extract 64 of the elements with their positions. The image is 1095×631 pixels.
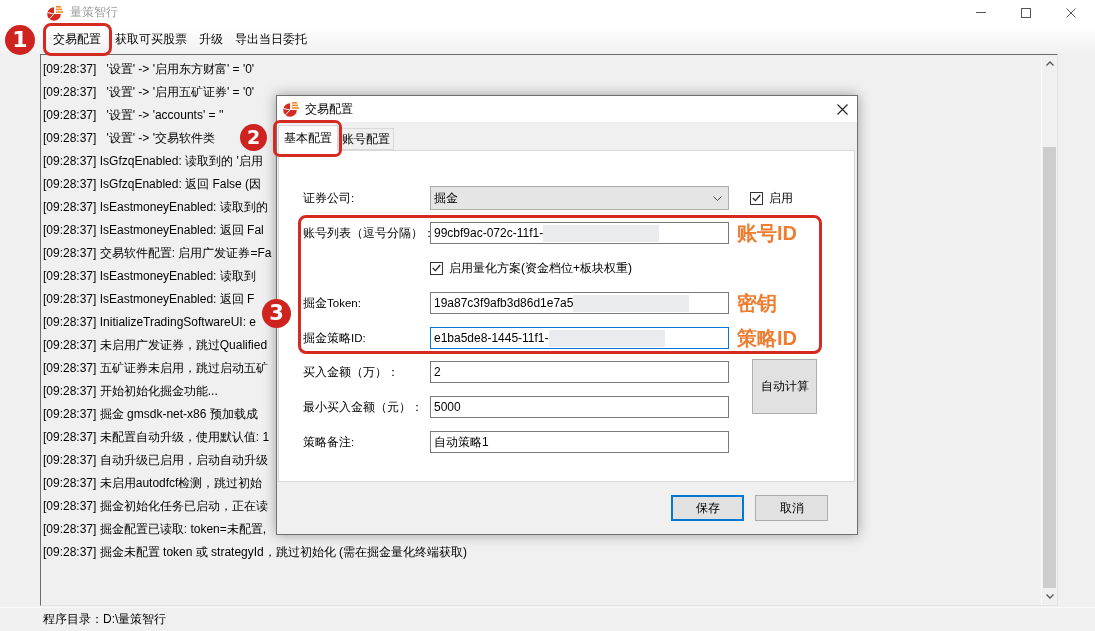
chevron-down-icon [713, 195, 722, 201]
log-line: [09:28:37] 自动升级已启用，启动自动升级 [43, 452, 268, 469]
annotation-label: 密钥 [737, 292, 778, 314]
annotation-label: 账号ID [737, 222, 797, 244]
field-label: 最小买入金额（元）： [303, 399, 424, 415]
log-line: [09:28:37] 未配置自动升级，使用默认值: 1 [43, 429, 270, 446]
input-field[interactable]: e1ba5de8-1445-11f1- [430, 327, 729, 349]
input-field[interactable]: 5000 [430, 396, 729, 418]
input-field[interactable]: 2 [430, 361, 729, 383]
log-line: [09:28:37] 掘金初始化任务已启动，正在读 [43, 498, 268, 515]
log-line: [09:28:37] 五矿证券未启用，跳过启动五矿 [43, 360, 268, 377]
input-field[interactable]: 自动策略1 [430, 431, 729, 453]
maximize-icon [1020, 7, 1031, 18]
close-icon [836, 103, 848, 115]
field-label: 掘金Token: [303, 295, 362, 311]
field-label: 证券公司: [303, 190, 356, 206]
log-line: [09:28:37] 开始初始化掘金功能... [43, 383, 218, 400]
menu-item[interactable]: 升级 [193, 25, 229, 53]
field-label: 账号列表（逗号分隔）： [303, 225, 430, 241]
dropdown[interactable]: 掘金 [430, 186, 729, 210]
log-line: [09:28:37] '设置' -> '交易软件类 [43, 130, 215, 147]
log-line: [09:28:37] 未启用广发证券，跳过Qualified [43, 337, 268, 354]
log-line: [09:28:37] 掘金未配置 token 或 strategyId，跳过初始化 (需在掘金量化终端获取) [43, 544, 468, 561]
input-field[interactable]: 19a87c3f9afb3d86d1e7a5 [430, 292, 729, 314]
annotation-label: 策略ID [737, 327, 797, 349]
chevron-down-icon[interactable] [1045, 594, 1054, 599]
checkbox[interactable]: 启用 [750, 189, 793, 207]
window-title: 量策智行 [70, 4, 118, 21]
log-line: [09:28:37] IsGfzqEnabled: 返回 False (因 [43, 176, 262, 193]
log-line: [09:28:37] IsEastmoneyEnabled: 返回 Fal [43, 222, 264, 239]
log-line: [09:28:37] 交易软件配置: 启用广发证券=Fa [43, 245, 272, 262]
dialog-title: 交易配置 [305, 100, 353, 118]
logo-icon [47, 4, 63, 21]
minimize-icon [975, 12, 986, 13]
input-field[interactable]: 99cbf9ac-072c-11f1- [430, 222, 729, 244]
dialog-button[interactable]: 取消 [755, 495, 828, 521]
log-line: [09:28:37] 掘金配置已读取: token=未配置, [43, 521, 267, 538]
log-line: [09:28:37] 未启用autodfcf检测，跳过初始 [43, 475, 263, 492]
tab[interactable]: 账号配置 [338, 128, 394, 150]
scrollbar-thumb[interactable] [1043, 147, 1056, 588]
log-line: [09:28:37] InitializeTradingSoftwareUI: e [43, 314, 256, 331]
log-line: [09:28:37] '设置' -> '启用东方财富' = '0' [43, 61, 255, 78]
log-line: [09:28:37] '设置' -> '启用五矿证券' = '0' [43, 84, 255, 101]
field-label: 策略备注: [303, 434, 356, 450]
status-text: 程序目录：D:\量策智行 [43, 611, 167, 628]
menu-item[interactable]: 导出当日委托 [229, 25, 313, 53]
step-badge: 1 [5, 25, 35, 55]
log-line: [09:28:37] IsEastmoneyEnabled: 读取到 [43, 268, 256, 285]
close-icon [1065, 7, 1076, 18]
field-label: 买入金额（万）： [303, 364, 400, 380]
field-label: 掘金策略ID: [303, 330, 367, 346]
log-line: [09:28:37] IsEastmoneyEnabled: 返回 F [43, 291, 255, 308]
log-line: [09:28:37] '设置' -> 'accounts' = '' [43, 107, 224, 124]
logo-icon [283, 101, 299, 117]
checkbox[interactable]: 启用量化方案(资金档位+板块权重) [430, 259, 632, 277]
log-line: [09:28:37] IsEastmoneyEnabled: 读取到的 [43, 199, 268, 216]
tab[interactable]: 基本配置 [278, 125, 338, 151]
log-line: [09:28:37] IsGfzqEnabled: 读取到的 '启用 [43, 153, 263, 170]
dialog-button[interactable]: 保存 [671, 495, 744, 521]
chevron-up-icon[interactable] [1045, 61, 1054, 66]
menu-item[interactable]: 获取可买股票 [109, 25, 193, 53]
action-button[interactable]: 自动计算 [752, 359, 817, 414]
log-line: [09:28:37] 掘金 gmsdk-net-x86 预加载成 [43, 406, 258, 423]
menu-item[interactable]: 交易配置 [46, 25, 109, 53]
